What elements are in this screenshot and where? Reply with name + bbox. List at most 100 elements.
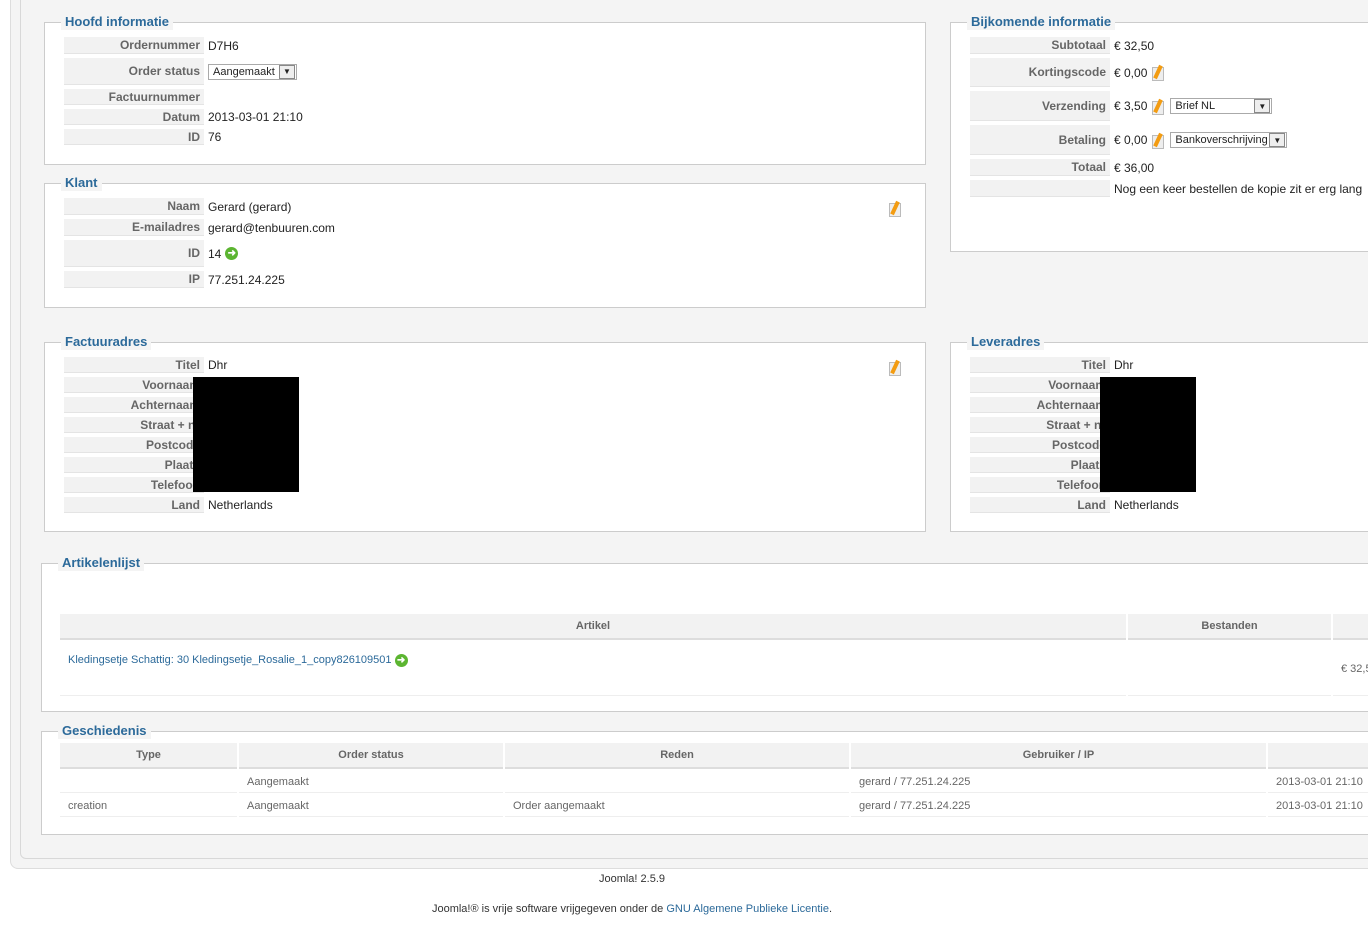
info-row: Naam Gerard (gerard)	[64, 198, 915, 215]
order-number: D7H6	[208, 38, 239, 53]
chevron-down-icon: ▼	[279, 64, 295, 79]
order-status-value: Aangemaakt	[213, 65, 275, 78]
table-row: Aangemaakt gerard / 77.251.24.225 2013-03-…	[60, 771, 1368, 793]
field-label: Plaats	[970, 457, 1110, 473]
info-row: ID 76	[64, 129, 915, 145]
shipping-method-value: Brief NL	[1175, 100, 1216, 112]
address-row: Land Netherlands	[970, 497, 1368, 513]
field-label: Telefoon	[64, 477, 204, 493]
field-label: Ordernummer	[64, 37, 204, 54]
field-label: Land	[970, 497, 1110, 513]
field-label: Straat + nr	[64, 417, 204, 433]
footer-version: Joomla! 2.5.9	[598, 873, 666, 885]
field-value: Dhr	[1114, 358, 1134, 372]
discount: € 0,00	[1114, 65, 1148, 80]
customer-note: Nog een keer bestellen de kopie zit er e…	[1114, 181, 1363, 196]
field-label: Naam	[64, 198, 204, 215]
shipping-method-select[interactable]: Brief NL ▼	[1170, 98, 1273, 114]
edit-icon[interactable]	[1151, 133, 1166, 149]
article-files	[1128, 642, 1331, 696]
field-label: E-mailadres	[64, 219, 204, 236]
address-row: Achternaam	[64, 397, 915, 413]
address-row: Postcode	[64, 437, 915, 453]
field-label: Datum	[64, 109, 204, 125]
address-row: Voornaam	[64, 377, 915, 393]
column-header	[1268, 743, 1368, 769]
customer-legend: Klant	[61, 175, 102, 191]
history-user: gerard / 77.251.24.225	[851, 795, 1266, 817]
column-header: Order status	[239, 743, 503, 769]
field-value: Dhr	[208, 358, 228, 372]
history-date: 2013-03-01 21:10	[1268, 795, 1368, 817]
customer-fieldset: Klant Naam Gerard (gerard) E-mailadres ger…	[44, 175, 926, 308]
info-row: Datum 2013-03-01 21:10	[64, 109, 915, 125]
articles-fieldset: Artikelenlijst Artikel Bestanden Kledings…	[41, 555, 1368, 712]
info-row: Subtotaal € 32,50	[970, 37, 1368, 54]
field-label: Voornaam	[970, 377, 1110, 393]
column-header: Reden	[505, 743, 849, 769]
payment-method-value: Bankoverschrijving	[1175, 134, 1268, 146]
address-row: Straat + nr	[64, 417, 915, 433]
license-suffix: .	[828, 903, 833, 915]
article-price: € 32,50	[1333, 642, 1368, 696]
column-header	[1333, 614, 1368, 640]
payment-cost: € 0,00	[1114, 133, 1148, 147]
field-label: Verzending	[970, 91, 1110, 121]
field-label	[970, 180, 1110, 197]
edit-icon[interactable]	[1151, 65, 1166, 81]
order-status-select[interactable]: Aangemaakt ▼	[208, 63, 297, 80]
info-row: E-mailadres gerard@tenbuuren.com	[64, 219, 915, 236]
arrow-right-icon[interactable]: ➜	[225, 247, 239, 260]
table-row: Kledingsetje Schattig: 30 Kledingsetje_R…	[60, 642, 1368, 696]
address-row: Land Netherlands	[64, 497, 915, 513]
info-row: Nog een keer bestellen de kopie zit er e…	[970, 180, 1368, 197]
history-user: gerard / 77.251.24.225	[851, 771, 1266, 793]
arrow-right-icon[interactable]: ➜	[394, 654, 408, 667]
customer-ip: 77.251.24.225	[208, 272, 285, 287]
history-reason: Order aangemaakt	[505, 795, 849, 817]
field-label: Subtotaal	[970, 37, 1110, 54]
footer-license: Joomla!® is vrije software vrijgegeven o…	[0, 903, 1316, 915]
main-info-legend: Hoofd informatie	[61, 14, 173, 30]
field-label: Kortingscode	[970, 58, 1110, 87]
info-row: Kortingscode € 0,00	[970, 58, 1368, 87]
edit-icon[interactable]	[1151, 99, 1166, 115]
info-row: Verzending € 3,50 Brief NL ▼	[970, 91, 1368, 121]
column-header: Bestanden	[1128, 614, 1331, 640]
history-type: creation	[60, 795, 237, 817]
shipping-address-fieldset: Leveradres Titel Dhr Voornaam Achternaam Str…	[950, 334, 1368, 532]
customer-id: 14	[208, 246, 222, 261]
column-header: Gebruiker / IP	[851, 743, 1266, 769]
article-link[interactable]: Kledingsetje Schattig: 30 Kledingsetje_R…	[68, 654, 392, 666]
license-text: Joomla!® is vrije software vrijgegeven o…	[431, 903, 664, 915]
info-row: Ordernummer D7H6	[64, 37, 915, 54]
field-label: ID	[64, 240, 204, 267]
extra-info-legend: Bijkomende informatie	[967, 14, 1116, 30]
shipping-legend: Leveradres	[967, 334, 1045, 350]
field-label: Achternaam	[64, 397, 204, 413]
articles-table: Artikel Bestanden Kledingsetje Schattig: …	[58, 612, 1368, 698]
history-type	[60, 771, 237, 793]
field-label: Titel	[64, 357, 204, 373]
field-label: Betaling	[970, 125, 1110, 155]
info-row: Factuurnummer	[64, 89, 915, 105]
info-row: Betaling € 0,00 Bankoverschrijving ▼	[970, 125, 1368, 155]
info-row: IP 77.251.24.225	[64, 271, 915, 288]
address-row: Plaats	[64, 457, 915, 473]
total: € 36,00	[1114, 160, 1155, 175]
column-header: Type	[60, 743, 237, 769]
info-row: Totaal € 36,00	[970, 159, 1368, 176]
license-link[interactable]: GNU Algemene Publieke Licentie	[666, 903, 829, 915]
info-row: Order status Aangemaakt ▼	[64, 58, 915, 85]
field-label: Factuurnummer	[64, 89, 204, 105]
field-label: Order status	[64, 58, 204, 85]
payment-method-select[interactable]: Bankoverschrijving ▼	[1170, 132, 1288, 148]
field-label: Achternaam	[970, 397, 1110, 413]
field-value: Netherlands	[208, 498, 273, 512]
field-label: Voornaam	[64, 377, 204, 393]
field-label: Postcode	[970, 437, 1110, 453]
field-label: IP	[64, 271, 204, 288]
order-id: 76	[208, 130, 222, 144]
field-label: ID	[64, 129, 204, 145]
order-date: 2013-03-01 21:10	[208, 110, 303, 124]
